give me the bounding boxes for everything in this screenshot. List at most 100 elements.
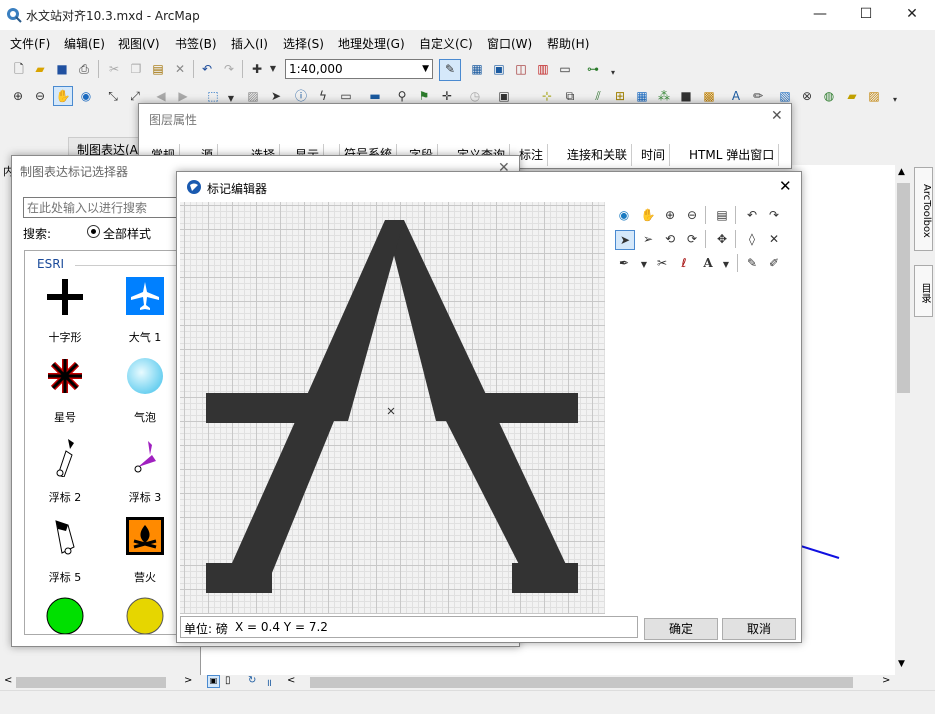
add-folder-icon[interactable]: ▰ (843, 87, 861, 105)
toolbar-overflow-icon[interactable]: ▾ (886, 91, 904, 109)
delete-icon[interactable]: ✕ (171, 60, 189, 78)
map-hscroll-thumb[interactable] (310, 677, 853, 688)
symbol-bubble[interactable]: 气泡 (115, 357, 175, 437)
cancel-button[interactable]: 取消 (722, 618, 796, 640)
select-icon[interactable]: ➤ (615, 230, 635, 250)
paste-icon[interactable]: ▤ (149, 60, 167, 78)
ok-button[interactable]: 确定 (644, 618, 718, 640)
symbol-cross[interactable]: 十字形 (35, 277, 95, 357)
tab-time[interactable]: 时间 (637, 144, 671, 166)
fixed-zoom-in-icon[interactable]: ⤡ (104, 87, 122, 105)
symbol-buoy-5[interactable]: 浮标 5 (35, 517, 95, 597)
scroll-left-icon[interactable]: < (287, 675, 295, 686)
print-icon[interactable]: ⎙ (75, 60, 93, 78)
all-styles-radio[interactable] (87, 225, 100, 238)
add-vertex-icon[interactable]: ✎ (743, 254, 761, 272)
redo-icon[interactable]: ↷ (765, 206, 783, 224)
layout-view-icon[interactable]: ▯ (225, 675, 231, 686)
arctoolbox-icon[interactable]: ▥ (534, 60, 552, 78)
pan-icon[interactable]: ✋ (53, 86, 73, 106)
symbol-buoy-2[interactable]: 浮标 2 (35, 437, 95, 517)
symbol-yellow-circle[interactable] (115, 597, 175, 634)
data-view-icon[interactable]: ▣ (207, 675, 220, 688)
symbol-airport[interactable]: 大气 1 (115, 277, 175, 357)
copy-icon[interactable]: ❐ (127, 60, 145, 78)
full-extent-icon[interactable]: ◉ (77, 87, 95, 105)
minimize-button[interactable]: — (797, 0, 843, 30)
menu-bookmarks[interactable]: 书签(B) (175, 35, 217, 52)
chevron-down-icon[interactable]: ▼ (717, 256, 735, 274)
arcglobe-icon[interactable]: ◍ (820, 87, 838, 105)
catalog-window-icon[interactable]: ▣ (490, 60, 508, 78)
tab-joins-relates[interactable]: 连接和关联 (563, 144, 633, 166)
scroll-left-icon[interactable]: < (4, 675, 12, 686)
lasso-icon[interactable]: ℓ (675, 254, 693, 272)
scroll-up-icon[interactable]: ▲ (898, 167, 905, 177)
spatial-adjust-icon[interactable]: ⊗ (798, 87, 816, 105)
symbol-buoy-3[interactable]: 浮标 3 (115, 437, 175, 517)
pan-icon[interactable]: ✋ (639, 206, 657, 224)
toolbar-overflow-icon[interactable]: ▾ (604, 64, 622, 82)
python-window-icon[interactable]: ▭ (556, 60, 574, 78)
symbol-campfire[interactable]: 营火 (115, 517, 175, 597)
delete-icon[interactable]: ✕ (765, 230, 783, 248)
tab-html-popup[interactable]: HTML 弹出窗口 (685, 144, 780, 166)
reshape-icon[interactable]: ⟳ (683, 230, 701, 248)
properties-icon[interactable]: ▤ (713, 206, 731, 224)
menu-selection[interactable]: 选择(S) (283, 35, 324, 52)
table-of-contents-icon[interactable]: ▦ (468, 60, 486, 78)
editor-toolbar-icon[interactable]: ✎ (439, 59, 461, 81)
redo-icon[interactable]: ↷ (220, 60, 238, 78)
close-button[interactable]: ✕ (889, 0, 935, 30)
maximize-button[interactable]: ☐ (843, 0, 889, 30)
text-tool-icon[interactable]: A (699, 254, 717, 272)
menu-help[interactable]: 帮助(H) (547, 35, 589, 52)
zoom-in-icon[interactable]: ⊕ (661, 206, 679, 224)
chevron-down-icon[interactable]: ▼ (264, 60, 282, 78)
menu-file[interactable]: 文件(F) (10, 35, 50, 52)
new-document-icon[interactable]: 🗋 (10, 60, 28, 78)
menu-edit[interactable]: 编辑(E) (64, 35, 105, 52)
close-icon[interactable]: ✕ (771, 108, 783, 124)
search-window-icon[interactable]: ◫ (512, 60, 530, 78)
cut-polygon-icon[interactable]: ✂ (653, 254, 671, 272)
close-icon[interactable]: ✕ (779, 177, 792, 195)
pause-drawing-icon[interactable]: ॥ (266, 675, 272, 689)
toc-hscroll-thumb[interactable] (16, 677, 166, 688)
menu-geoprocessing[interactable]: 地理处理(G) (338, 35, 405, 52)
symbol-search-input[interactable] (23, 197, 183, 218)
zoom-out-icon[interactable]: ⊖ (31, 87, 49, 105)
globe-icon[interactable]: ◉ (615, 206, 633, 224)
save-icon[interactable]: ■ (53, 60, 71, 78)
scale-combobox[interactable]: 1:40,000 ▼ (285, 59, 433, 79)
zoom-out-icon[interactable]: ⊖ (683, 206, 701, 224)
delete-vertex-icon[interactable]: ✐ (765, 254, 783, 272)
symbol-green-circle[interactable] (35, 597, 95, 634)
pen-tool-icon[interactable]: ✒ (615, 254, 633, 272)
scroll-right-icon[interactable]: > (184, 675, 192, 686)
catalog-tab[interactable]: 目录 (914, 265, 933, 317)
menu-insert[interactable]: 插入(I) (231, 35, 268, 52)
cut-icon[interactable]: ✂ (105, 60, 123, 78)
symbol-asterisk[interactable]: 星号 (35, 357, 95, 437)
eraser-icon[interactable]: ◊ (743, 230, 761, 248)
menu-customize[interactable]: 自定义(C) (419, 35, 473, 52)
scrollbar-thumb[interactable] (897, 183, 910, 393)
model-builder-icon[interactable]: ⊶ (584, 60, 602, 78)
direct-select-icon[interactable]: ➢ (639, 230, 657, 248)
menu-view[interactable]: 视图(V) (118, 35, 160, 52)
arctoolbox-tab[interactable]: ArcToolbox (914, 167, 933, 251)
map-vertical-scrollbar[interactable]: ▲ ▼ (895, 165, 912, 675)
open-folder-icon[interactable]: ▰ (31, 60, 49, 78)
raster-icon[interactable]: ▨ (865, 87, 883, 105)
rotate-icon[interactable]: ⟲ (661, 230, 679, 248)
refresh-icon[interactable]: ↻ (248, 675, 256, 686)
marker-canvas[interactable] (180, 202, 605, 614)
undo-icon[interactable]: ↶ (198, 60, 216, 78)
chevron-down-icon[interactable]: ▼ (635, 256, 653, 274)
menu-windows[interactable]: 窗口(W) (487, 35, 532, 52)
zoom-in-icon[interactable]: ⊕ (9, 87, 27, 105)
scroll-right-icon[interactable]: > (882, 675, 890, 686)
scroll-down-icon[interactable]: ▼ (898, 659, 905, 669)
move-icon[interactable]: ✥ (713, 230, 731, 248)
